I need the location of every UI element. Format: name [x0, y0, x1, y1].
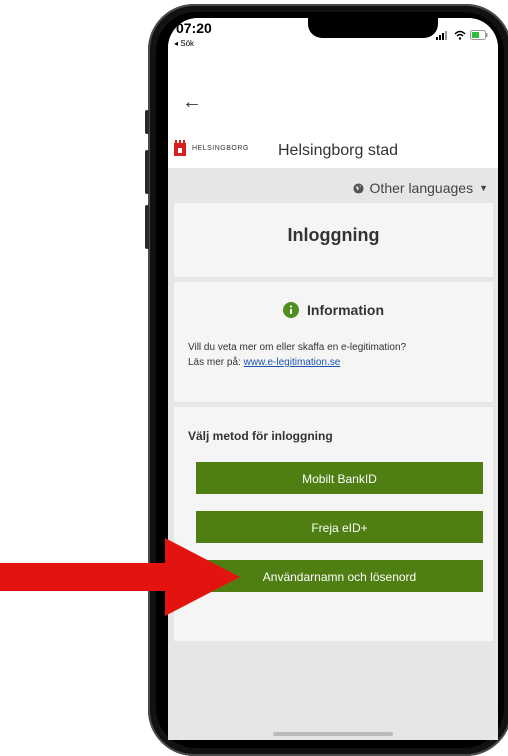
arrow-left-icon[interactable]: ← [182, 92, 202, 112]
language-label: Other languages [369, 180, 474, 196]
page-title: Inloggning [287, 225, 380, 245]
red-annotation-arrow [0, 538, 240, 616]
phone-side-button [145, 205, 149, 249]
info-heading: Information [174, 302, 493, 318]
battery-icon [470, 30, 488, 40]
globe-icon [353, 182, 364, 194]
notch [308, 18, 438, 38]
e-legitimation-link[interactable]: www.e-legitimation.se [244, 357, 341, 368]
info-icon [283, 302, 299, 318]
info-line: Vill du veta mer om eller skaffa en e-le… [188, 342, 407, 353]
phone-side-button [145, 110, 149, 134]
status-bar: 07:20 ◂ Sök [168, 18, 498, 58]
chevron-down-icon: ▼ [479, 183, 488, 193]
info-text: Vill du veta mer om eller skaffa en e-le… [188, 340, 493, 370]
helsingborg-logo[interactable]: HELSINGBORG [174, 140, 249, 156]
back-to-app-link[interactable]: ◂ Sök [174, 39, 194, 48]
info-card: Information Vill du veta mer om eller sk… [174, 282, 493, 402]
home-indicator [273, 732, 393, 736]
phone-screen: 07:20 ◂ Sök ← HELSINGBORG Helsingborg st… [168, 18, 498, 740]
mobilt-bankid-button[interactable]: Mobilt BankID [196, 462, 483, 494]
status-time: 07:20 [176, 20, 212, 36]
status-icons [436, 30, 488, 40]
phone-side-button [145, 150, 149, 194]
helsingborg-crest-icon [174, 140, 186, 156]
login-card: Inloggning [174, 203, 493, 277]
site-header: ← HELSINGBORG Helsingborg stad [168, 58, 498, 168]
info-title: Information [307, 302, 384, 318]
info-prefix: Läs mer på: [188, 357, 244, 368]
wifi-icon [454, 30, 466, 40]
language-selector[interactable]: Other languages ▼ [353, 180, 488, 196]
method-title: Välj metod för inloggning [188, 429, 333, 443]
logo-text: HELSINGBORG [192, 144, 249, 152]
info-line: Läs mer på: www.e-legitimation.se [188, 355, 493, 370]
site-name: Helsingborg stad [278, 142, 399, 159]
signal-icon [436, 31, 447, 40]
language-bar: Other languages ▼ [168, 168, 498, 208]
